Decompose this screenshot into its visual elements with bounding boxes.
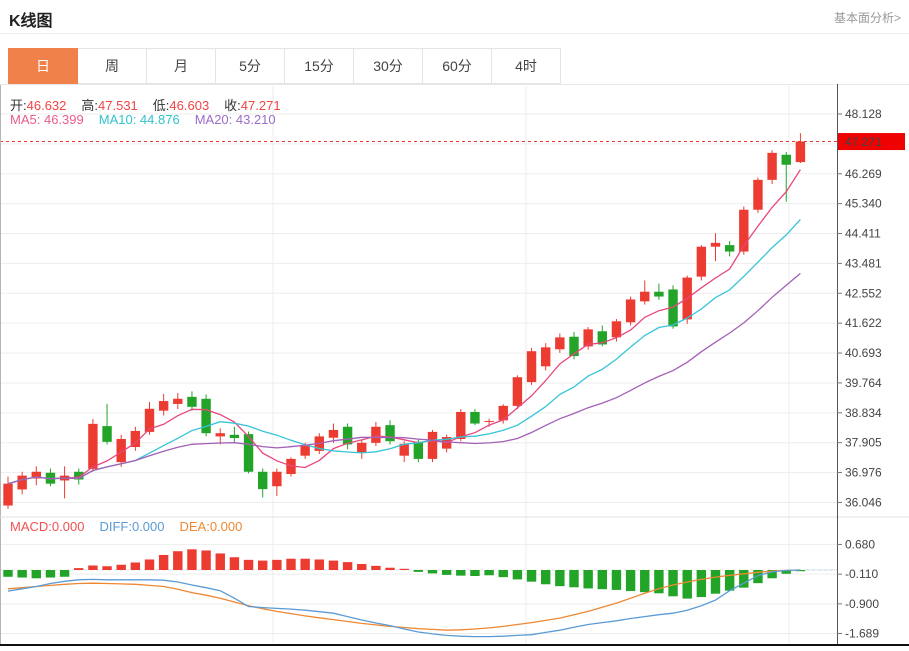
svg-text:37.905: 37.905 (845, 436, 882, 450)
page-title: K线图 (9, 13, 53, 30)
period-tab-5[interactable]: 15分 (284, 48, 354, 84)
macd-diff: DIFF:0.000 (99, 519, 165, 534)
ma-ma20: MA20: 43.210 (194, 112, 276, 127)
period-tab-4[interactable]: 5分 (215, 48, 285, 84)
svg-text:44.411: 44.411 (845, 227, 881, 241)
candles (3, 133, 806, 509)
svg-text:38.834: 38.834 (845, 406, 882, 420)
ohlc-open: 开:46.632 (10, 98, 67, 113)
svg-text:0.680: 0.680 (845, 537, 875, 551)
kline-chart[interactable]: 48.128 46.269 45.340 44.411 43.481 42.552 41.6… (0, 84, 909, 651)
svg-text:42.552: 42.552 (845, 286, 882, 300)
kline-widget: K线图 基本面分析> 日周月 5分 15分 30分 60分 4时 开:46.632 高:47… (0, 0, 909, 651)
dea-line (7, 569, 801, 631)
svg-text:47.271: 47.271 (845, 135, 882, 149)
svg-text:41.622: 41.622 (845, 316, 882, 330)
svg-text:46.269: 46.269 (845, 167, 882, 181)
macd-legend: MACD:0.000 DIFF:0.000 DEA:0.000 (10, 519, 257, 534)
svg-text:-0.900: -0.900 (845, 597, 879, 611)
period-tab-2[interactable]: 周 (77, 48, 147, 84)
svg-text:-1.689: -1.689 (845, 627, 879, 641)
period-tab-7[interactable]: 60分 (422, 48, 492, 84)
ma-ma5: MA5: 46.399 (10, 112, 84, 127)
period-tab-6[interactable]: 30分 (353, 48, 423, 84)
price-axis-labels: 48.128 46.269 45.340 44.411 43.481 42.552 41.6… (837, 107, 882, 509)
period-tab-8[interactable]: 4时 (491, 48, 561, 84)
ma10-line (7, 218, 801, 485)
grid (0, 86, 837, 643)
macd-dea: DEA:0.000 (179, 519, 243, 534)
svg-text:-0.110: -0.110 (845, 567, 878, 581)
fundamental-analysis-link[interactable]: 基本面分析> (834, 9, 901, 26)
period-tabs: 日周月 5分 15分 30分 60分 4时 (8, 48, 561, 84)
svg-text:40.693: 40.693 (845, 346, 882, 360)
svg-text:48.128: 48.128 (845, 107, 882, 121)
ma5-line (7, 169, 801, 485)
widget-header: K线图 基本面分析> (0, 0, 909, 34)
ma-ma10: MA10: 44.876 (98, 112, 180, 127)
svg-text:39.764: 39.764 (845, 376, 882, 390)
ma-legend: MA5: 46.399 MA10: 44.876 MA20: 43.210 (10, 112, 291, 127)
svg-text:36.976: 36.976 (845, 466, 882, 480)
diff-line (7, 569, 801, 638)
period-tab-1[interactable]: 日 (8, 48, 78, 84)
current-price-flag: 47.271 (838, 133, 905, 151)
period-tab-3[interactable]: 月 (146, 48, 216, 84)
ohlc-low: 低:46.603 (152, 98, 210, 113)
svg-text:45.340: 45.340 (845, 197, 882, 211)
svg-text:43.481: 43.481 (845, 256, 882, 270)
ohlc-close: 收:47.271 (224, 98, 281, 113)
ohlc-high: 高:47.531 (81, 98, 138, 113)
svg-text:36.046: 36.046 (845, 495, 882, 509)
macd-macd: MACD:0.000 (10, 519, 85, 534)
macd-axis-labels: 0.680 -0.110 -0.900 -1.689 (837, 537, 879, 641)
